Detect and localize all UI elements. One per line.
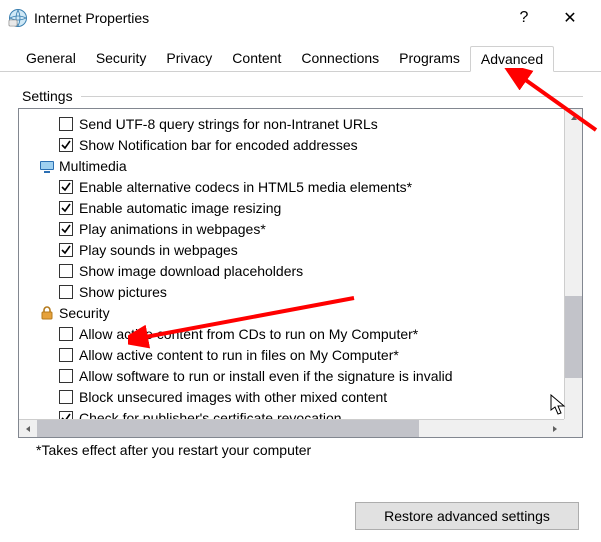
item-label: Multimedia bbox=[59, 158, 127, 174]
scroll-track-h[interactable] bbox=[37, 420, 546, 437]
tab-advanced[interactable]: Advanced bbox=[470, 46, 554, 72]
advanced-panel: Settings Send UTF-8 query strings for no… bbox=[0, 72, 601, 466]
tree-item[interactable]: Allow active content to run in files on … bbox=[19, 344, 564, 365]
settings-group-label: Settings bbox=[22, 88, 73, 104]
item-label: Play animations in webpages* bbox=[79, 221, 266, 237]
tab-content[interactable]: Content bbox=[222, 46, 291, 71]
scroll-thumb[interactable] bbox=[565, 296, 582, 378]
scroll-corner bbox=[564, 419, 582, 437]
checkbox[interactable] bbox=[59, 285, 73, 299]
tree-item[interactable]: Send UTF-8 query strings for non-Intrane… bbox=[19, 113, 564, 134]
help-button[interactable]: ? bbox=[501, 3, 547, 33]
tab-connections[interactable]: Connections bbox=[291, 46, 389, 71]
internet-options-icon bbox=[8, 8, 28, 28]
tab-programs[interactable]: Programs bbox=[389, 46, 470, 71]
title-bar: Internet Properties ? ✕ bbox=[0, 0, 601, 36]
checkbox[interactable] bbox=[59, 180, 73, 194]
window-title: Internet Properties bbox=[34, 10, 501, 26]
divider bbox=[81, 96, 583, 97]
tree-item[interactable]: Show image download placeholders bbox=[19, 260, 564, 281]
settings-group-header: Settings bbox=[22, 88, 583, 104]
restore-advanced-settings-button[interactable]: Restore advanced settings bbox=[355, 502, 579, 530]
scroll-thumb-h[interactable] bbox=[37, 420, 419, 437]
tree-item[interactable]: Play sounds in webpages bbox=[19, 239, 564, 260]
tab-privacy[interactable]: Privacy bbox=[156, 46, 222, 71]
checkbox[interactable] bbox=[59, 264, 73, 278]
tree-item[interactable]: Enable automatic image resizing bbox=[19, 197, 564, 218]
item-label: Block unsecured images with other mixed … bbox=[79, 389, 387, 405]
tree-item[interactable]: Allow active content from CDs to run on … bbox=[19, 323, 564, 344]
tree-category: Security bbox=[19, 302, 564, 323]
scroll-track[interactable] bbox=[565, 127, 582, 419]
checkbox[interactable] bbox=[59, 243, 73, 257]
tab-general[interactable]: General bbox=[16, 46, 86, 71]
scroll-right-arrow-icon[interactable] bbox=[546, 420, 564, 437]
tree-item[interactable]: Show Notification bar for encoded addres… bbox=[19, 134, 564, 155]
restart-footnote: *Takes effect after you restart your com… bbox=[36, 442, 583, 458]
checkbox[interactable] bbox=[59, 327, 73, 341]
item-label: Security bbox=[59, 305, 110, 321]
item-label: Allow active content from CDs to run on … bbox=[79, 326, 418, 342]
tree-item[interactable]: Allow software to run or install even if… bbox=[19, 365, 564, 386]
checkbox[interactable] bbox=[59, 348, 73, 362]
item-label: Show pictures bbox=[79, 284, 167, 300]
tab-security[interactable]: Security bbox=[86, 46, 157, 71]
multimedia-icon bbox=[39, 158, 55, 174]
settings-tree[interactable]: Send UTF-8 query strings for non-Intrane… bbox=[18, 108, 583, 438]
checkbox[interactable] bbox=[59, 390, 73, 404]
item-label: Play sounds in webpages bbox=[79, 242, 238, 258]
checkbox[interactable] bbox=[59, 369, 73, 383]
vertical-scrollbar[interactable] bbox=[564, 109, 582, 437]
scroll-left-arrow-icon[interactable] bbox=[19, 420, 37, 437]
horizontal-scrollbar[interactable] bbox=[19, 419, 564, 437]
settings-tree-content: Send UTF-8 query strings for non-Intrane… bbox=[19, 109, 564, 437]
checkbox[interactable] bbox=[59, 117, 73, 131]
item-label: Enable alternative codecs in HTML5 media… bbox=[79, 179, 412, 195]
checkbox[interactable] bbox=[59, 222, 73, 236]
close-button[interactable]: ✕ bbox=[547, 3, 593, 33]
tree-item[interactable]: Enable alternative codecs in HTML5 media… bbox=[19, 176, 564, 197]
item-label: Allow software to run or install even if… bbox=[79, 368, 453, 384]
tab-strip: GeneralSecurityPrivacyContentConnections… bbox=[0, 36, 601, 72]
tree-item[interactable]: Play animations in webpages* bbox=[19, 218, 564, 239]
tree-item[interactable]: Show pictures bbox=[19, 281, 564, 302]
scroll-up-arrow-icon[interactable] bbox=[565, 109, 582, 127]
checkbox[interactable] bbox=[59, 138, 73, 152]
item-label: Allow active content to run in files on … bbox=[79, 347, 399, 363]
tree-category: Multimedia bbox=[19, 155, 564, 176]
item-label: Show image download placeholders bbox=[79, 263, 303, 279]
item-label: Show Notification bar for encoded addres… bbox=[79, 137, 358, 153]
security-icon bbox=[39, 305, 55, 321]
tree-item[interactable]: Block unsecured images with other mixed … bbox=[19, 386, 564, 407]
item-label: Enable automatic image resizing bbox=[79, 200, 281, 216]
item-label: Send UTF-8 query strings for non-Intrane… bbox=[79, 116, 378, 132]
checkbox[interactable] bbox=[59, 201, 73, 215]
